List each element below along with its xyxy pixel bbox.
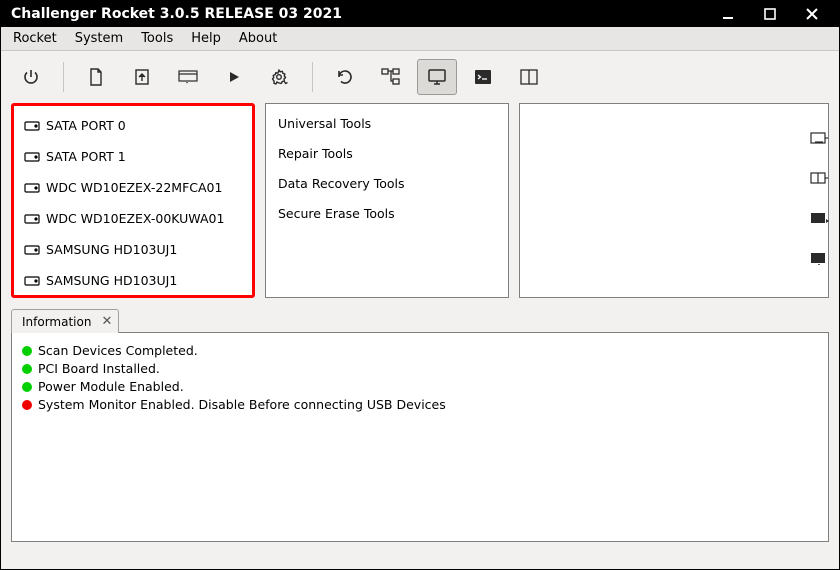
drive-icon <box>24 245 40 255</box>
window-maximize-button[interactable] <box>749 1 791 27</box>
device-label: SATA PORT 0 <box>46 118 126 133</box>
devices-panel: SATA PORT 0 SATA PORT 1 WDC WD10EZEX-22M… <box>11 103 255 298</box>
menu-bar: Rocket System Tools Help About <box>1 27 839 51</box>
device-item[interactable]: WDC WD10EZEX-00KUWA01 <box>20 207 246 230</box>
document-icon[interactable] <box>76 59 116 95</box>
window-split-icon[interactable] <box>168 59 208 95</box>
drive-icon <box>24 276 40 286</box>
information-panel: Scan Devices Completed. PCI Board Instal… <box>11 332 829 542</box>
info-row: PCI Board Installed. <box>22 361 818 376</box>
tool-label: Secure Erase Tools <box>278 206 395 221</box>
tool-label: Data Recovery Tools <box>278 176 405 191</box>
tab-information[interactable]: Information ✕ <box>11 309 119 333</box>
tab-label: Information <box>22 315 91 329</box>
info-text: PCI Board Installed. <box>38 361 160 376</box>
play-icon[interactable] <box>214 59 254 95</box>
drive-icon <box>24 183 40 193</box>
info-text: Power Module Enabled. <box>38 379 184 394</box>
device-item[interactable]: SATA PORT 1 <box>20 145 246 168</box>
status-dot-red <box>22 400 32 410</box>
monitor-icon[interactable] <box>417 59 457 95</box>
device-label: SAMSUNG HD103UJ1 <box>46 242 177 257</box>
title-bar: Challenger Rocket 3.0.5 RELEASE 03 2021 <box>1 1 839 27</box>
device-item[interactable]: SATA PORT 0 <box>20 114 246 137</box>
power-icon[interactable] <box>11 59 51 95</box>
info-text: Scan Devices Completed. <box>38 343 198 358</box>
toolbar <box>1 51 839 103</box>
menu-about[interactable]: About <box>231 29 285 48</box>
tool-label: Repair Tools <box>278 146 353 161</box>
device-label: WDC WD10EZEX-22MFCA01 <box>46 180 222 195</box>
toolbar-separator <box>63 62 64 92</box>
spare-panel <box>519 103 829 298</box>
upload-icon[interactable] <box>122 59 162 95</box>
gear-icon[interactable] <box>260 59 300 95</box>
drive-icon <box>24 214 40 224</box>
status-dot-green <box>22 346 32 356</box>
tool-item[interactable]: Universal Tools <box>272 112 502 135</box>
columns-icon[interactable] <box>509 59 549 95</box>
tool-item[interactable]: Data Recovery Tools <box>272 172 502 195</box>
device-label: WDC WD10EZEX-00KUWA01 <box>46 211 224 226</box>
window-title: Challenger Rocket 3.0.5 RELEASE 03 2021 <box>11 6 707 22</box>
tool-item[interactable]: Repair Tools <box>272 142 502 165</box>
tab-close-icon[interactable]: ✕ <box>101 314 112 329</box>
device-label: SATA PORT 1 <box>46 149 126 164</box>
right-dock <box>799 115 839 269</box>
refresh-icon[interactable] <box>325 59 365 95</box>
dock-icon[interactable] <box>805 247 833 269</box>
dock-icon[interactable] <box>805 127 833 149</box>
menu-tools[interactable]: Tools <box>133 29 181 48</box>
tool-label: Universal Tools <box>278 116 371 131</box>
terminal-icon[interactable] <box>463 59 503 95</box>
dock-icon[interactable] <box>805 167 833 189</box>
device-item[interactable]: SAMSUNG HD103UJ1 <box>20 269 246 292</box>
device-item[interactable]: WDC WD10EZEX-22MFCA01 <box>20 176 246 199</box>
dock-icon[interactable] <box>805 207 833 229</box>
window-minimize-button[interactable] <box>707 1 749 27</box>
toolbar-separator <box>312 62 313 92</box>
device-item[interactable]: SAMSUNG HD103UJ1 <box>20 238 246 261</box>
info-row: Scan Devices Completed. <box>22 343 818 358</box>
window-close-button[interactable] <box>791 1 833 27</box>
drive-icon <box>24 152 40 162</box>
device-label: SAMSUNG HD103UJ1 <box>46 273 177 288</box>
drive-icon <box>24 121 40 131</box>
info-row: Power Module Enabled. <box>22 379 818 394</box>
menu-help[interactable]: Help <box>183 29 229 48</box>
info-row: System Monitor Enabled. Disable Before c… <box>22 397 818 412</box>
main-area: SATA PORT 0 SATA PORT 1 WDC WD10EZEX-22M… <box>1 103 839 298</box>
tool-item[interactable]: Secure Erase Tools <box>272 202 502 225</box>
tree-icon[interactable] <box>371 59 411 95</box>
info-text: System Monitor Enabled. Disable Before c… <box>38 397 446 412</box>
status-dot-green <box>22 364 32 374</box>
tools-panel: Universal Tools Repair Tools Data Recove… <box>265 103 509 298</box>
status-dot-green <box>22 382 32 392</box>
menu-system[interactable]: System <box>67 29 131 48</box>
tab-row: Information ✕ <box>11 308 829 332</box>
menu-rocket[interactable]: Rocket <box>5 29 65 48</box>
